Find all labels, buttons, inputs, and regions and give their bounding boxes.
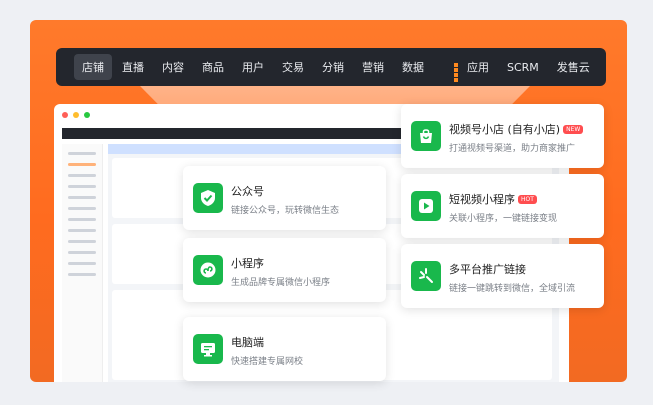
link-spark-icon [411, 261, 441, 291]
card-desc: 链接公众号，玩转微信生态 [231, 206, 340, 216]
card-title: 视频号小店 (自有小店) NEW [449, 121, 584, 137]
nav-item-apps-label: 应用 [467, 61, 489, 74]
nav-item-scrm[interactable]: SCRM [507, 61, 539, 74]
apps-grid-icon [454, 63, 463, 82]
nav-item-users[interactable]: 用户 [242, 59, 264, 75]
nav-item-launch-cloud[interactable]: 发售云 [557, 59, 590, 75]
nav-item-distribution[interactable]: 分销 [322, 59, 344, 75]
card-title-text: 短视频小程序 [449, 193, 515, 206]
shield-check-icon [193, 183, 223, 213]
card-title: 多平台推广链接 [449, 263, 526, 276]
window-dots [62, 112, 90, 118]
card-desc: 生成品牌专属微信小程序 [231, 278, 331, 288]
nav-item-products[interactable]: 商品 [202, 59, 224, 75]
nav-item-content[interactable]: 内容 [162, 59, 184, 75]
card-mini-program[interactable]: 小程序 生成品牌专属微信小程序 [183, 238, 386, 302]
card-desc: 快速搭建专属网校 [231, 357, 304, 367]
card-video-shop[interactable]: 视频号小店 (自有小店) NEW 打通视频号渠道，助力商家推广 [401, 104, 604, 168]
shop-bag-icon [411, 121, 441, 151]
top-navigation-bar: 店铺 直播 内容 商品 用户 交易 分销 营销 数据 应用 SCRM 发售云 [56, 48, 606, 86]
card-desc: 打通视频号渠道，助力商家推广 [449, 144, 576, 154]
card-title: 公众号 [231, 185, 264, 198]
nav-item-shop[interactable]: 店铺 [74, 54, 112, 80]
card-title: 短视频小程序 HOT [449, 191, 537, 207]
card-title-text: 视频号小店 (自有小店) [449, 123, 561, 136]
card-short-video[interactable]: 短视频小程序 HOT 关联小程序，一键链接变现 [401, 174, 604, 238]
nav-item-orders[interactable]: 交易 [282, 59, 304, 75]
card-desktop[interactable]: 电脑端 快速搭建专属网校 [183, 317, 386, 381]
mini-program-icon [193, 255, 223, 285]
nav-item-live[interactable]: 直播 [122, 59, 144, 75]
nav-item-data[interactable]: 数据 [402, 59, 424, 75]
monitor-icon [193, 334, 223, 364]
mockup-sidebar [62, 144, 103, 382]
card-multi-platform-link[interactable]: 多平台推广链接 链接一键跳转到微信，全域引流 [401, 244, 604, 308]
video-play-icon [411, 191, 441, 221]
card-official-account[interactable]: 公众号 链接公众号，玩转微信生态 [183, 166, 386, 230]
new-badge: NEW [563, 125, 584, 134]
card-desc: 关联小程序，一键链接变现 [449, 214, 558, 224]
nav-item-apps[interactable]: 应用 [454, 59, 489, 82]
nav-item-marketing[interactable]: 营销 [362, 59, 384, 75]
card-title: 小程序 [231, 257, 264, 270]
hot-badge: HOT [518, 195, 537, 204]
card-desc: 链接一键跳转到微信，全域引流 [449, 284, 576, 294]
card-title: 电脑端 [231, 336, 264, 349]
